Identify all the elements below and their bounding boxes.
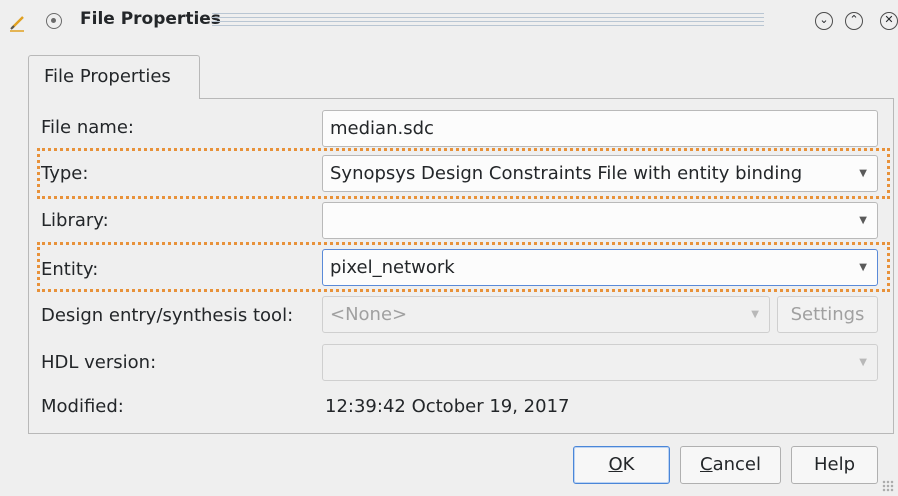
modified-value: 12:39:42 October 19, 2017 [325,396,570,417]
type-value: Synopsys Design Constraints File with en… [330,163,803,184]
title-bar-grip [212,13,764,29]
chevron-down-icon: ▼ [859,215,867,226]
ok-rest: K [622,454,635,475]
entity-label: Entity: [41,259,99,280]
tool-label: Design entry/synthesis tool: [41,305,294,326]
tab-file-properties[interactable]: File Properties [28,55,200,99]
chevron-down-icon: ▼ [859,262,867,273]
chevron-down-icon: ▼ [859,357,867,368]
settings-button[interactable]: Settings [777,296,878,333]
chevron-down-icon: ▼ [751,309,759,320]
minimize-icon[interactable]: ⌄ [815,12,833,30]
type-label: Type: [41,163,89,184]
hdl-version-select[interactable]: ▼ [322,344,878,381]
tool-select[interactable]: <None> ▼ [322,296,770,333]
cancel-rest: ancel [712,454,761,475]
ok-accel: O [608,454,623,475]
type-select[interactable]: Synopsys Design Constraints File with en… [322,155,878,192]
chevron-down-icon: ▼ [859,168,867,179]
hdl-version-label: HDL version: [41,352,157,373]
cancel-accel: C [700,454,713,475]
pencil-icon [10,16,24,32]
window-menu-icon[interactable] [46,13,62,29]
window-title: File Properties [80,9,221,29]
cancel-button[interactable]: Cancel [680,446,781,484]
library-label: Library: [41,210,109,231]
title-bar[interactable]: File Properties ⌄ ⌃ ✕ [0,0,898,42]
help-button[interactable]: Help [791,446,878,484]
maximize-icon[interactable]: ⌃ [845,12,863,30]
modified-label: Modified: [41,396,124,417]
library-select[interactable]: ▼ [322,202,878,239]
close-icon[interactable]: ✕ [880,12,898,30]
resize-grip[interactable] [882,480,894,492]
ok-button[interactable]: OK [573,446,670,484]
entity-value: pixel_network [330,257,455,278]
file-name-value: median.sdc [330,118,434,139]
tool-value: <None> [330,304,408,325]
file-name-field[interactable]: median.sdc [322,110,878,147]
entity-select[interactable]: pixel_network ▼ [322,249,878,286]
file-name-label: File name: [41,117,134,138]
